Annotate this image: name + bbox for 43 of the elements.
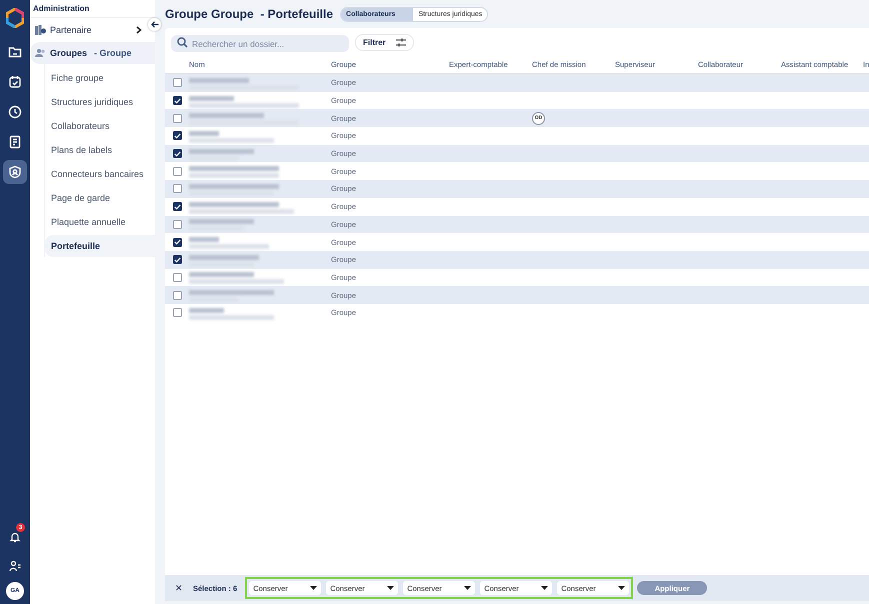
collapse-sidebar-button[interactable] [148, 18, 161, 31]
row-checkbox[interactable] [172, 78, 182, 88]
sidebar-item[interactable]: Collaborateurs [45, 115, 155, 137]
sidebar-item[interactable]: Structures juridiques [45, 91, 155, 113]
logo-icon [6, 8, 24, 28]
sliders-icon [396, 38, 406, 46]
sidebar-item[interactable]: Plaquette annuelle [45, 211, 155, 233]
row-checkbox[interactable] [172, 272, 182, 282]
row-checkbox[interactable] [172, 184, 182, 194]
sidebar-title: Administration [30, 0, 155, 18]
caret-icon [387, 586, 394, 590]
row-checkbox[interactable] [172, 149, 182, 158]
row-checkbox[interactable] [172, 290, 182, 300]
caret-icon [618, 586, 626, 590]
caret-icon [541, 586, 548, 590]
shield-icon[interactable] [3, 160, 27, 184]
row-checkbox[interactable] [172, 220, 182, 229]
filter-button[interactable]: Filtrer [355, 34, 414, 50]
row-checkbox[interactable] [172, 238, 182, 247]
search-field[interactable]: Rechercher un dossier... [171, 35, 349, 52]
sidebar-item[interactable]: Plans de labels [45, 139, 155, 161]
groups-menu-item[interactable]: Groupes - Groupe [30, 42, 155, 64]
row-checkbox[interactable] [172, 202, 182, 212]
caret-icon [310, 586, 318, 590]
sidebar-item[interactable]: Portefeuille [45, 235, 155, 257]
close-button[interactable]: ✕ [165, 583, 193, 593]
row-checkbox[interactable] [172, 308, 182, 318]
chevron-right-icon [136, 26, 142, 34]
sidebar-item[interactable]: Page de garde [45, 187, 155, 209]
sidebar-item[interactable]: Connecteurs bancaires [45, 163, 155, 185]
row-checkbox[interactable] [172, 255, 182, 264]
page-title: Groupe Groupe - Portefeuille [165, 7, 334, 21]
row-checkbox[interactable] [172, 114, 182, 123]
row-checkbox[interactable] [172, 131, 182, 140]
partner-menu-item[interactable]: Partenaire [30, 18, 147, 42]
sidebar-item[interactable]: Fiche groupe [45, 67, 155, 89]
building-icon [35, 25, 46, 35]
row-checkbox[interactable] [172, 96, 182, 106]
bell-icon[interactable] [9, 531, 21, 543]
person-settings-icon[interactable] [9, 560, 21, 572]
row-checkbox[interactable] [172, 166, 182, 176]
caret-icon [464, 586, 472, 590]
people-icon [35, 49, 46, 57]
